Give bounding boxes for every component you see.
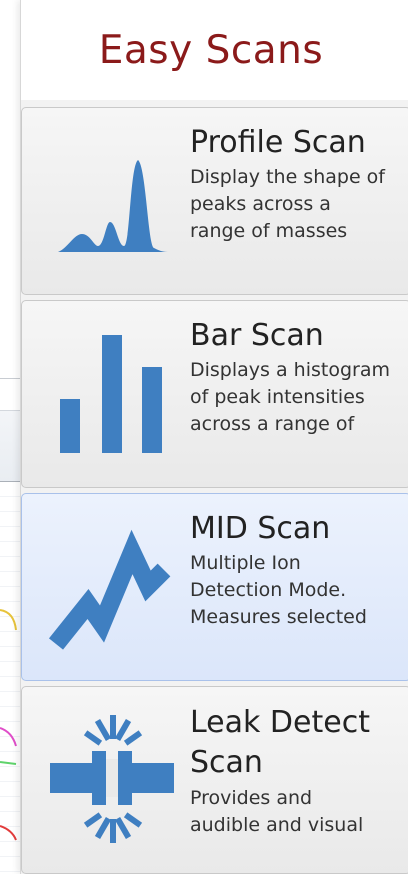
bar-scan-text: Bar Scan Displays a histogram of peak in… <box>190 317 408 481</box>
leak-detect-scan-description: Provides and audible and visual <box>190 787 364 836</box>
mid-scan-icon <box>48 529 171 650</box>
easy-scans-panel: Easy Scans Profile Scan Display the shap… <box>20 0 408 874</box>
profile-scan-icon <box>58 160 168 252</box>
bar-scan-button[interactable]: Bar Scan Displays a histogram of peak in… <box>21 300 408 488</box>
panel-header: Easy Scans <box>21 0 408 100</box>
mid-scan-description: Multiple Ion Detection Mode. Measures se… <box>190 552 367 628</box>
profile-scan-button[interactable]: Profile Scan Display the shape of peaks … <box>21 107 408 295</box>
profile-scan-title: Profile Scan <box>190 125 366 160</box>
profile-scan-description: Display the shape of peaks across a rang… <box>190 166 385 242</box>
mid-scan-button[interactable]: MID Scan Multiple Ion Detection Mode. Me… <box>21 493 408 681</box>
bar-scan-title: Bar Scan <box>190 318 324 353</box>
mid-scan-title: MID Scan <box>190 511 331 546</box>
mid-scan-text: MID Scan Multiple Ion Detection Mode. Me… <box>190 510 408 674</box>
bar-scan-description: Displays a histogram of peak intensities… <box>190 359 390 435</box>
screen: Easy Scans Profile Scan Display the shap… <box>0 0 408 874</box>
bar-scan-icon <box>60 335 162 453</box>
leak-detect-scan-title: Leak Detect Scan <box>190 705 370 780</box>
leak-detect-scan-button[interactable]: Leak Detect Scan Provides and audible an… <box>21 686 408 874</box>
profile-scan-text: Profile Scan Display the shape of peaks … <box>190 124 408 288</box>
panel-title: Easy Scans <box>98 27 324 73</box>
leak-detect-icon <box>50 715 174 843</box>
leak-detect-scan-text: Leak Detect Scan Provides and audible an… <box>190 703 408 867</box>
